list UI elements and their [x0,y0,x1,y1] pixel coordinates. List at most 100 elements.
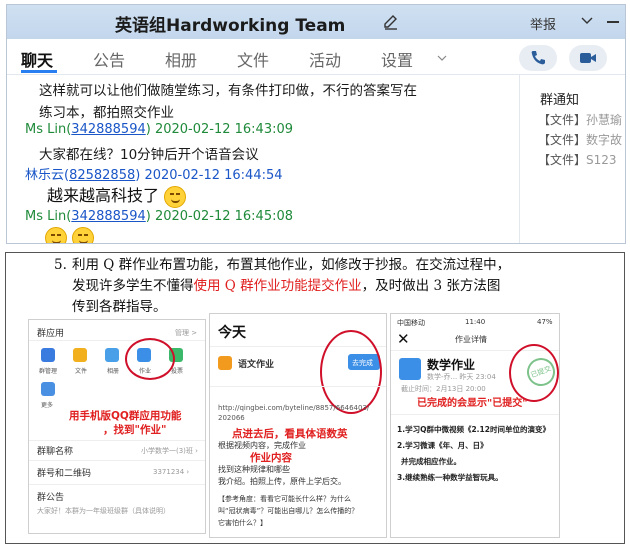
message-text: 练习本，都拍照交作业 [39,105,174,121]
status-carrier: 中国移动 [397,319,425,327]
sender-qq-link[interactable]: 342888594 [71,122,145,137]
message-list[interactable]: 这样就可以让他们做随堂练习，有条件打印做，不行的答案写在 练习本，都拍照交作业 … [7,75,517,243]
title-bar: 英语组Hardworking Team 举报 [7,5,625,39]
message-text: 大家都在线？10分钟后开个语音会议 [39,147,259,163]
notice-file-item[interactable]: 【文件】孙慧瑜 [538,111,622,128]
emoji-message [45,227,95,243]
message-text-with-emoji: 越来越高科技了 [47,182,187,208]
homework-subtitle: 数学-乔... 昨天 23:04 [427,373,496,381]
group-name-label: 群聊名称 [37,447,74,457]
voice-call-button[interactable] [519,45,557,71]
task-item: 并完成相应作业。 [401,457,461,466]
homework-deadline: 截止时间：2月13日 20:00 [401,385,486,393]
group-notice-text: 大家好！本群为一年级班级群（具体说明） [37,507,170,515]
chevron-down-icon[interactable] [437,53,447,63]
tab-bar: 聊天 公告 相册 文件 活动 设置 [7,39,625,75]
notice-file-item[interactable]: 【文件】数字故 [538,131,622,148]
message-text: 这样就可以让他们做随堂练习，有条件打印做，不行的答案写在 [39,83,417,99]
task-item: 2.学习微课《年、月、日》 [397,441,488,450]
chinese-homework-icon [218,356,232,370]
homework-reference: 【参考角度：看看它可能长什么样？为什么 [218,495,351,503]
group-manage-icon [41,348,55,362]
manage-link: 管理 > [175,329,198,337]
tab-album[interactable]: 相册 [165,47,197,71]
group-number-value: 3371234 › [153,468,190,476]
minimize-icon[interactable] [607,21,619,23]
group-notice-panel: 群通知 【文件】孙慧瑜 【文件】数字故 【文件】S123 [519,75,625,243]
report-button[interactable]: 举报 [530,14,556,33]
tab-files[interactable]: 文件 [237,47,269,71]
video-call-button[interactable] [569,45,607,71]
sender-name: Ms Lin( [25,209,72,224]
smile-emoji-icon [164,185,187,208]
laugh-emoji-icon [72,227,95,243]
message-meta: 林乐云(82582858) 2020-02-12 16:44:54 [25,164,283,183]
homework-title: 语文作业 [238,360,275,370]
homework-link-cont: 202066 [218,414,245,422]
detail-nav-title: 作业详情 [455,335,487,344]
folder-icon [73,348,87,362]
chevron-down-icon[interactable] [580,14,594,28]
laugh-emoji-icon [45,227,67,243]
highlight-circle [320,330,382,414]
annotation-caption: 作业内容 [250,452,292,464]
app-label: 文件 [75,368,88,375]
status-time: 11:40 [465,318,486,326]
message-meta: Ms Lin(342888594) 2020-02-12 16:43:09 [25,122,293,137]
album-icon [105,348,119,362]
qq-group-chat-window: 英语组Hardworking Team 举报 聊天 公告 相册 文件 活动 设置 [6,4,626,244]
paragraph-line: 发现许多学生不懂得使用 Q 群作业功能提交作业，及时做出 3 张方法图 [72,278,501,294]
tab-activity[interactable]: 活动 [309,47,341,71]
edit-icon[interactable] [382,13,400,31]
group-number-label: 群号和二维码 [37,469,92,479]
message-meta: Ms Lin(342888594) 2020-02-12 16:45:08 [25,209,293,224]
screenshot-group-apps: 群应用 管理 > 群管理 文件 相册 作业 投票 更多 用手机版QQ群应用功能 … [28,319,206,534]
highlighted-text: 使用 Q 群作业功能提交作业 [193,278,362,294]
tab-settings[interactable]: 设置 [381,47,413,71]
homework-body: 找到这种规律和哪些 [218,465,290,474]
paragraph-line: 利用 Q 群作业布置功能，布置其他作业，如修改于抄报。在交流过程中， [72,257,511,273]
homework-link: http://qingbei.com/byteline/8857/6646403… [218,404,370,412]
group-name-value: 小学数学一(3)班 › [141,447,198,455]
task-item: 3.继续熟练一种数学益智玩具。 [397,473,503,482]
annotation-caption: 点进去后，看具体语数英 [232,428,348,440]
group-notice-title: 群通知 [540,93,580,108]
highlight-circle [125,338,175,380]
more-apps-icon [41,382,55,396]
video-camera-icon [580,53,596,63]
group-notice-label: 群公告 [37,493,65,503]
instruction-paragraph: 5. 利用 Q 群作业布置功能，布置其他作业，如修改于抄报。在交流过程中， 发现… [54,255,612,318]
phone-icon [531,51,545,65]
active-tab-indicator [21,70,57,73]
notice-file-item[interactable]: 【文件】S123 [538,151,617,168]
close-icon[interactable]: ✕ [397,330,410,348]
status-battery: 47% [537,318,553,326]
homework-body: 我介绍。拍照上传，原件上学后交。 [218,477,346,486]
screenshot-homework-detail: 中国移动 11:40 47% ✕ 作业详情 数学作业 数学-乔... 昨天 23… [390,313,560,538]
item-number: 5. [54,257,67,273]
sender-name: 林乐云( [25,168,70,183]
screenshot-homework-item: 今天 语文作业 去完成 http://qingbei.com/byteline/… [209,313,387,538]
sender-name: Ms Lin( [25,122,72,137]
homework-title: 数学作业 [427,358,476,372]
group-apps-header: 群应用 [37,329,65,339]
tab-announcement[interactable]: 公告 [93,47,125,71]
sender-qq-link[interactable]: 342888594 [71,209,145,224]
today-heading: 今天 [218,325,246,341]
app-label: 相册 [107,368,120,375]
annotation-caption: ，找到"作业" [103,424,167,436]
message-timestamp: ) 2020-02-12 16:44:54 [135,168,283,183]
homework-reference: 叫“冠状病毒”？可能出自哪儿？怎么传播的？ [218,507,359,515]
task-item: 1.学习Q群中微视频《2.12时间单位的演变》 [397,425,550,434]
math-homework-icon [399,358,421,380]
homework-reference: 它害怕什么？】 [218,519,267,527]
document-panel: 5. 利用 Q 群作业布置功能，布置其他作业，如修改于抄报。在交流过程中， 发现… [5,252,625,544]
sender-qq-link[interactable]: 82582858 [69,168,135,183]
group-title: 英语组Hardworking Team [115,16,346,36]
annotation-caption: 已完成的会显示"已提交" [417,398,528,409]
app-label: 群管理 [39,368,58,375]
tab-chat[interactable]: 聊天 [21,47,53,71]
annotation-caption: 用手机版QQ群应用功能 [69,410,182,422]
message-timestamp: ) 2020-02-12 16:45:08 [145,209,294,224]
message-timestamp: ) 2020-02-12 16:43:09 [145,122,294,137]
